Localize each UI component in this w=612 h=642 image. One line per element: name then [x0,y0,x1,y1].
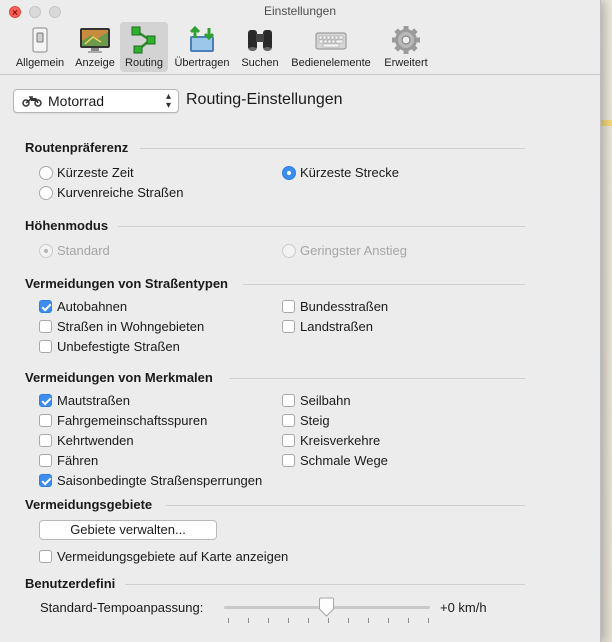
section-title-elevation-mode: Höhenmodus [25,218,109,233]
section-title-features: Vermeidungen von Merkmalen [25,370,213,385]
radio-button[interactable] [39,186,53,200]
routing-header: Motorrad ▴ ▾ Routing-Einstellungen [0,74,600,128]
slider-ticks [228,618,429,624]
divider [229,378,525,379]
window-titlebar: Einstellungen [0,0,600,22]
divider [166,505,525,506]
checkbox[interactable] [39,434,52,447]
motorcycle-icon [22,95,42,110]
section-title-road-types: Vermeidungen von Straßentypen [25,276,228,291]
checkbox[interactable] [282,434,295,447]
tab-routing[interactable]: Routing [120,22,168,72]
close-button[interactable] [9,6,21,18]
radio-kurvenreiche-strassen[interactable]: Kurvenreiche Straßen [39,185,183,200]
checkbox-bundesstrassen[interactable]: Bundesstraßen [282,299,388,314]
checkbox[interactable] [282,414,295,427]
checkbox[interactable] [282,300,295,313]
checkbox[interactable] [282,320,295,333]
checkbox-seilbahn[interactable]: Seilbahn [282,393,351,408]
radio-button[interactable] [282,166,296,180]
checkbox-fahrgemeinschaftsspuren[interactable]: Fahrgemeinschaftsspuren [39,413,207,428]
checkbox-show-areas-on-map[interactable]: Vermeidungsgebiete auf Karte anzeigen [39,549,288,564]
checkbox-schmale-wege[interactable]: Schmale Wege [282,453,388,468]
page-title: Routing-Einstellungen [186,91,343,108]
window-title: Einstellungen [263,4,337,18]
checkbox[interactable] [39,300,52,313]
divider [118,226,525,227]
map-road [600,120,612,126]
tab-bedienelemente[interactable]: Bedienelemente [286,22,376,72]
checkbox[interactable] [282,454,295,467]
divider [243,284,525,285]
checkbox-saisonbedingte-sperrungen[interactable]: Saisonbedingte Straßensperrungen [39,473,262,488]
radio-button[interactable] [282,244,296,258]
section-title-routing-preference: Routenpräferenz [25,140,129,155]
checkbox-mautstrassen[interactable]: Mautstraßen [39,393,130,408]
gear-icon [390,26,422,54]
checkbox-unbefestigte-strassen[interactable]: Unbefestigte Straßen [39,339,180,354]
checkbox[interactable] [39,474,52,487]
tab-anzeige[interactable]: Anzeige [72,22,118,72]
checkbox-landstrassen[interactable]: Landstraßen [282,319,373,334]
routing-icon [128,26,160,54]
checkbox-strassen-wohngebiete[interactable]: Straßen in Wohngebieten [39,319,204,334]
speed-adjustment-label: Standard-Tempoanpassung: [40,600,204,615]
checkbox-kehrtwenden[interactable]: Kehrtwenden [39,433,134,448]
tab-suchen[interactable]: Suchen [236,22,284,72]
preferences-window: Einstellungen Allgemein Anzeige Routing [0,0,601,642]
speed-adjustment-value: +0 km/h [440,600,487,615]
radio-kuerzeste-strecke[interactable]: Kürzeste Strecke [282,165,399,180]
checkbox-faehren[interactable]: Fähren [39,453,98,468]
divider [140,148,525,149]
vehicle-profile-value: Motorrad [48,93,105,109]
checkbox[interactable] [39,414,52,427]
checkbox[interactable] [39,340,52,353]
checkbox[interactable] [39,454,52,467]
radio-geringster-anstieg[interactable]: Geringster Anstieg [282,243,407,258]
radio-button[interactable] [39,244,53,258]
display-icon [79,26,111,54]
radio-standard[interactable]: Standard [39,243,110,258]
radio-kuerzeste-zeit[interactable]: Kürzeste Zeit [39,165,134,180]
binoculars-icon [244,26,276,54]
checkbox[interactable] [39,394,52,407]
switch-icon [24,26,56,54]
transfer-icon [186,25,218,54]
zoom-button[interactable] [49,6,61,18]
minimize-button[interactable] [29,6,41,18]
vehicle-profile-popup[interactable]: Motorrad ▴ ▾ [13,89,179,113]
tab-allgemein[interactable]: Allgemein [10,22,70,72]
section-title-custom: Benutzerdefini [25,576,116,591]
checkbox-kreisverkehre[interactable]: Kreisverkehre [282,433,380,448]
checkbox[interactable] [39,320,52,333]
divider [125,584,525,585]
radio-button[interactable] [39,166,53,180]
keyboard-icon [315,26,347,54]
speed-adjustment-slider-knob[interactable] [318,597,335,617]
routing-settings-panel: Routenpräferenz Kürzeste Zeit Kürzeste S… [0,127,600,642]
checkbox-steig[interactable]: Steig [282,413,330,428]
preferences-toolbar: Allgemein Anzeige Routing Übertragen Suc… [0,22,600,74]
checkbox-autobahnen[interactable]: Autobahnen [39,299,127,314]
section-title-avoid-areas: Vermeidungsgebiete [25,497,153,512]
checkbox[interactable] [39,550,52,563]
chevron-updown-icon: ▴ ▾ [165,91,171,111]
manage-areas-button[interactable]: Gebiete verwalten... [39,520,217,540]
tab-uebertragen[interactable]: Übertragen [170,22,234,72]
tab-erweitert[interactable]: Erweitert [378,22,434,72]
checkbox[interactable] [282,394,295,407]
